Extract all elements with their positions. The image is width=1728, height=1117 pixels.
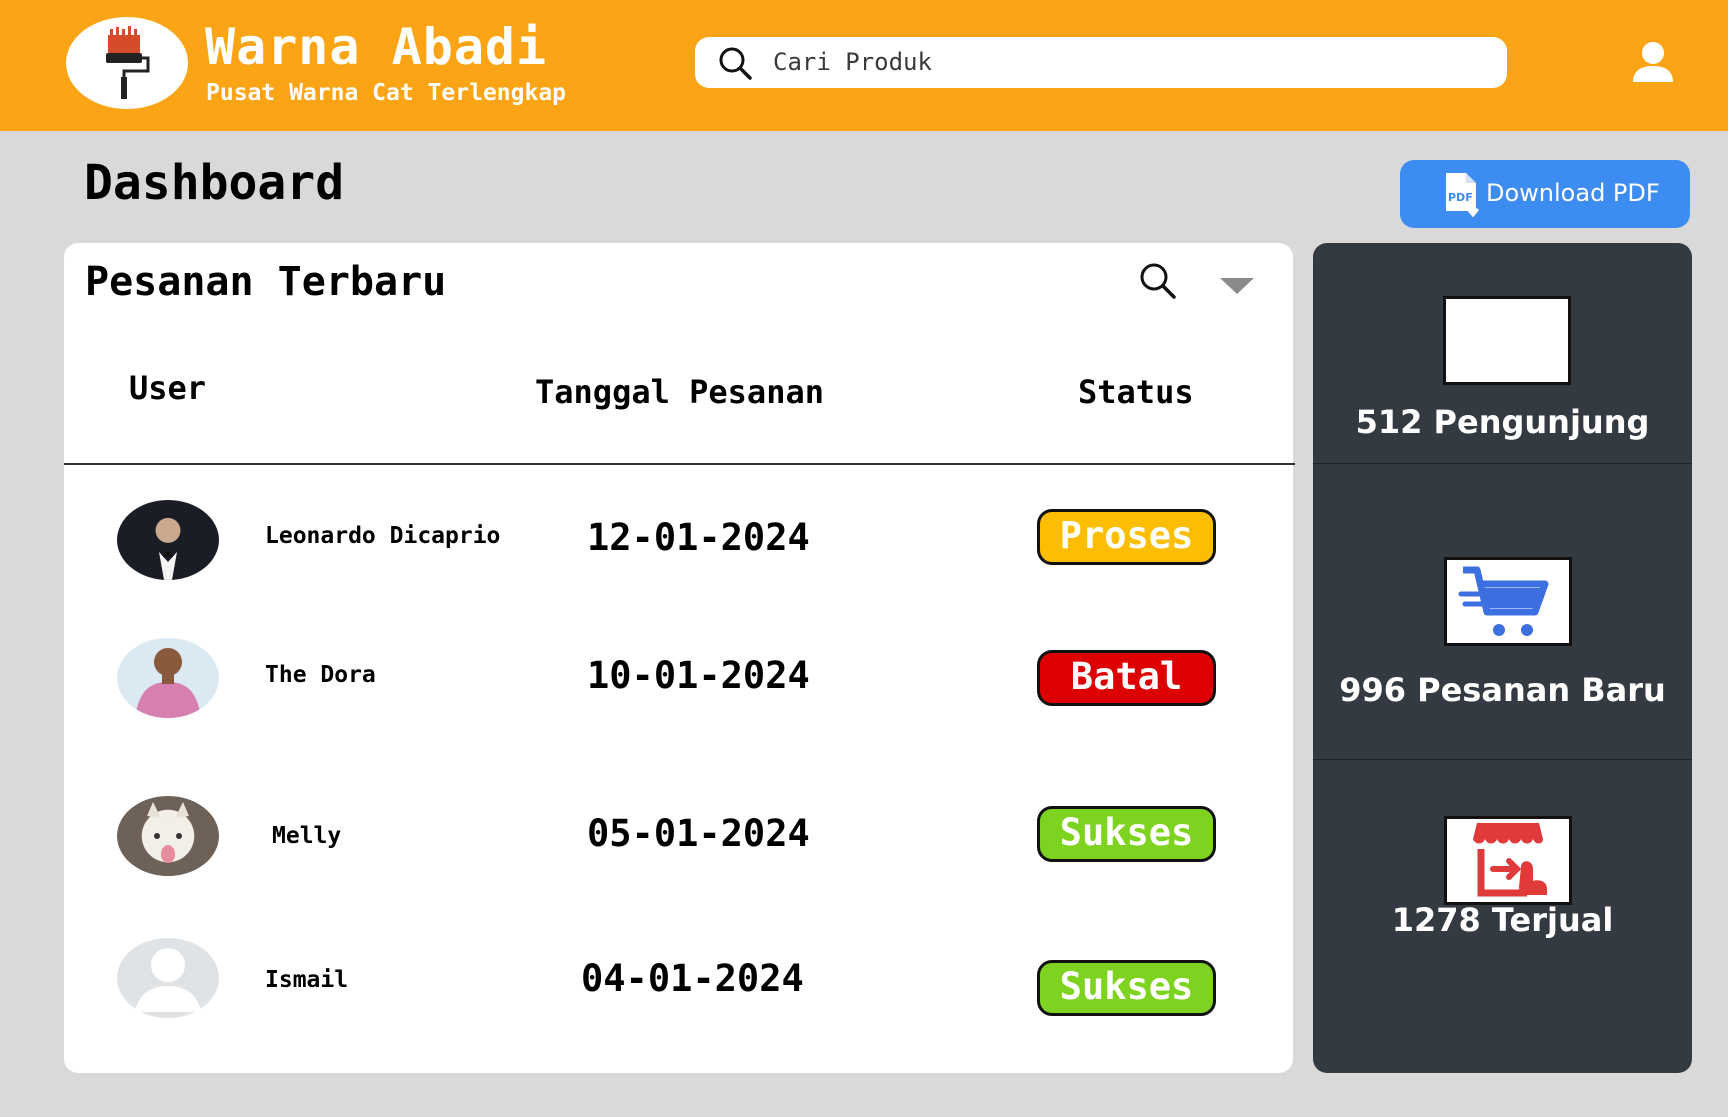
brand-logo[interactable] <box>66 17 188 109</box>
table-row[interactable]: Melly 05-01-2024 Sukses <box>64 788 1293 878</box>
status-badge[interactable]: Sukses <box>1037 806 1216 862</box>
stat-divider <box>1313 463 1692 464</box>
status-badge[interactable]: Proses <box>1037 509 1216 565</box>
stat-sold-label: 1278 Terjual <box>1391 901 1614 939</box>
product-search-bar[interactable] <box>695 37 1507 88</box>
blank-image-icon <box>1443 296 1571 385</box>
recent-orders-panel: Pesanan Terbaru User Tanggal Pesanan Sta… <box>64 243 1295 1073</box>
stats-panel: 512 Pengunjung 996 Pesanan Baru 1278 Ter… <box>1313 243 1692 1073</box>
user-icon[interactable] <box>1630 40 1676 88</box>
brand-subtitle: Pusat Warna Cat Terlengkap <box>206 80 567 106</box>
orders-title: Pesanan Terbaru <box>85 259 447 305</box>
avatar <box>117 500 219 580</box>
order-date: 10-01-2024 <box>587 654 810 697</box>
status-badge[interactable]: Batal <box>1037 650 1216 706</box>
search-icon[interactable] <box>717 45 753 85</box>
table-row[interactable]: Ismail 04-01-2024 Sukses <box>64 936 1293 1026</box>
svg-text:PDF: PDF <box>1448 191 1473 204</box>
search-icon[interactable] <box>1138 261 1178 305</box>
user-name: Leonardo Dicaprio <box>265 523 501 549</box>
top-header: Warna Abadi Pusat Warna Cat Terlengkap <box>0 0 1728 131</box>
shopping-cart-icon[interactable] <box>1444 557 1572 646</box>
page-title: Dashboard <box>84 155 345 211</box>
column-header-user[interactable]: User <box>129 369 206 407</box>
column-header-status[interactable]: Status <box>1078 373 1194 411</box>
chevron-down-icon[interactable] <box>1220 278 1254 300</box>
pdf-download-icon: PDF <box>1442 171 1482 223</box>
stat-new-orders-label: 996 Pesanan Baru <box>1339 671 1666 709</box>
download-pdf-button[interactable]: PDF Download PDF <box>1400 160 1690 228</box>
avatar <box>117 938 219 1018</box>
download-pdf-label: Download PDF <box>1486 179 1660 207</box>
search-input[interactable] <box>773 45 1473 79</box>
user-name: Melly <box>272 823 342 849</box>
avatar <box>117 638 219 718</box>
stat-visitors-label: 512 Pengunjung <box>1355 403 1650 441</box>
avatar <box>117 796 219 876</box>
brand-title: Warna Abadi <box>205 18 548 76</box>
user-name: The Dora <box>265 662 376 688</box>
table-row[interactable]: The Dora 10-01-2024 Batal <box>64 636 1293 726</box>
store-sales-icon[interactable] <box>1444 816 1572 905</box>
order-date: 05-01-2024 <box>587 812 810 855</box>
user-name: Ismail <box>265 967 349 993</box>
table-row[interactable]: Leonardo Dicaprio 12-01-2024 Proses <box>64 496 1293 586</box>
order-date: 12-01-2024 <box>587 516 810 559</box>
stat-divider <box>1313 759 1692 760</box>
column-header-date[interactable]: Tanggal Pesanan <box>535 373 824 411</box>
order-date: 04-01-2024 <box>581 957 804 1000</box>
table-divider <box>64 463 1295 465</box>
status-badge[interactable]: Sukses <box>1037 960 1216 1016</box>
paint-roller-icon <box>106 26 150 99</box>
default-user-icon <box>135 948 201 1012</box>
